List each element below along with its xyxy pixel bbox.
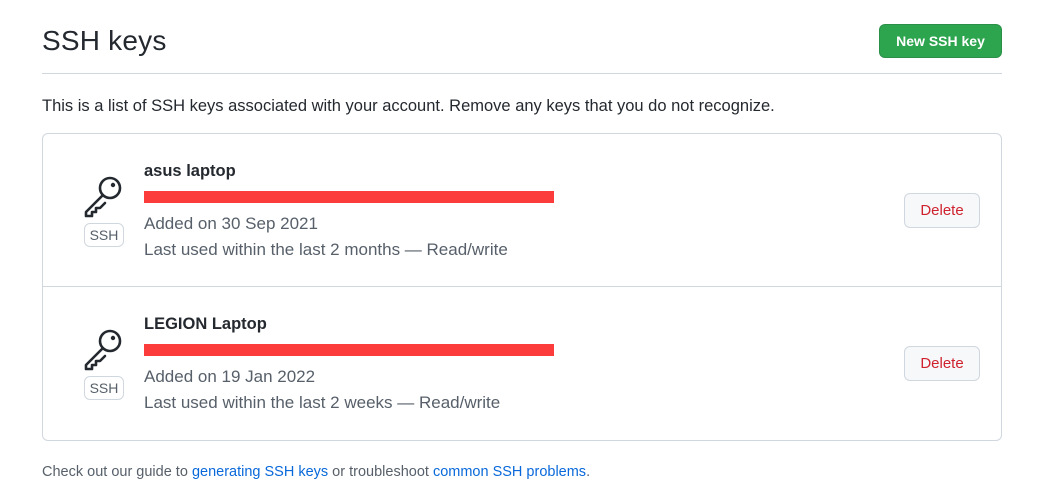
page-header: SSH keys New SSH key: [42, 22, 1002, 74]
intro-text: This is a list of SSH keys associated wi…: [42, 97, 775, 115]
key-added-date: Added on 30 Sep 2021: [144, 214, 318, 233]
key-last-used: Last used within the last 2 months — Rea…: [144, 240, 508, 259]
key-title: asus laptop: [144, 162, 236, 180]
ssh-badge: SSH: [84, 223, 124, 247]
page-title: SSH keys: [42, 25, 167, 56]
footer-prefix: Check out our guide to: [42, 464, 192, 480]
key-added-date: Added on 19 Jan 2022: [144, 367, 316, 386]
footer-suffix: .: [586, 464, 591, 480]
ssh-badge: SSH: [84, 376, 124, 400]
delete-button[interactable]: Delete: [904, 346, 980, 381]
ssh-key-item: SSH LEGION Laptop Added on 19 Jan 2022 L…: [43, 287, 1001, 440]
fingerprint-redacted: [144, 191, 554, 203]
footer-help-text: Check out our guide to generating SSH ke…: [42, 464, 590, 480]
key-last-used: Last used within the last 2 weeks — Read…: [144, 393, 501, 412]
key-icon: [84, 176, 122, 218]
ssh-key-item: SSH asus laptop Added on 30 Sep 2021 Las…: [43, 134, 1001, 287]
key-icon: [84, 329, 122, 371]
footer-middle: or troubleshoot: [328, 464, 433, 480]
key-title: LEGION Laptop: [144, 315, 267, 333]
common-ssh-problems-link[interactable]: common SSH problems: [433, 464, 586, 480]
generating-ssh-keys-link[interactable]: generating SSH keys: [192, 464, 328, 480]
delete-button[interactable]: Delete: [904, 193, 980, 228]
new-ssh-key-button[interactable]: New SSH key: [879, 24, 1002, 58]
ssh-keys-list: SSH asus laptop Added on 30 Sep 2021 Las…: [42, 133, 1002, 441]
fingerprint-redacted: [144, 344, 554, 356]
